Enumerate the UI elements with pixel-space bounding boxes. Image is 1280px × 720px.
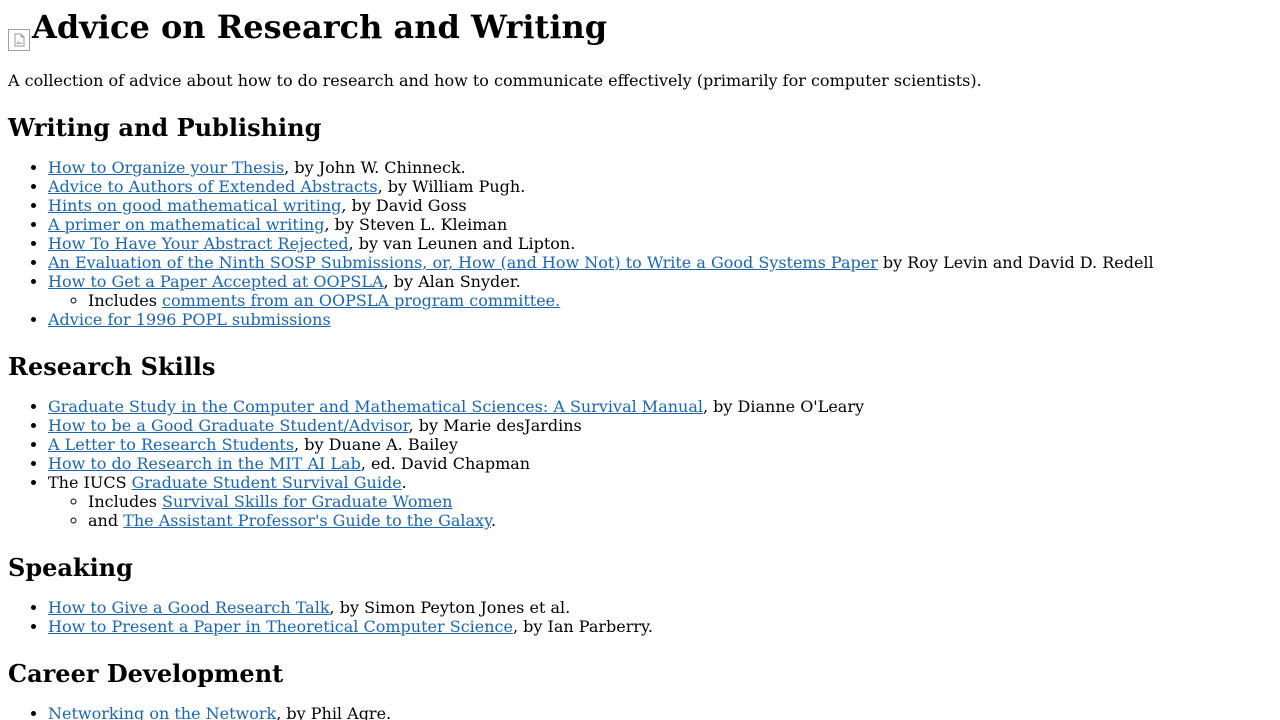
sub-item-suffix: . — [490, 511, 497, 530]
sub-list-item: Includes Survival Skills for Graduate Wo… — [88, 492, 1272, 511]
list-item: How to do Research in the MIT AI Lab, ed… — [48, 454, 1272, 473]
item-author: , by John W. Chinneck. — [284, 158, 466, 177]
item-author: by Roy Levin and David D. Redell — [877, 253, 1154, 272]
link-how-to-get-a-paper-accepted-at-oopsla[interactable]: How to Get a Paper Accepted at OOPSLA — [48, 272, 384, 291]
link-an-evaluation-of-the-ninth-sosp-submissi[interactable]: An Evaluation of the Ninth SOSP Submissi… — [48, 253, 878, 272]
link-survival-skills-for-graduate-women[interactable]: Survival Skills for Graduate Women — [162, 492, 452, 511]
list-item: A primer on mathematical writing, by Ste… — [48, 215, 1272, 234]
sub-item-prefix: Includes — [88, 291, 163, 310]
item-author: , by Steven L. Kleiman — [324, 215, 508, 234]
list-item: A Letter to Research Students, by Duane … — [48, 435, 1272, 454]
link-networking-on-the-network[interactable]: Networking on the Network — [48, 704, 276, 720]
title-row: Advice on Research and Writing — [8, 0, 1272, 52]
section-heading-speaking: Speaking — [8, 553, 133, 582]
section-list-speaking: How to Give a Good Research Talk, by Sim… — [8, 598, 1272, 636]
sub-item-prefix: Includes — [88, 492, 163, 511]
link-graduate-student-survival-guide[interactable]: Graduate Student Survival Guide — [132, 473, 402, 492]
item-author: , by William Pugh. — [377, 177, 526, 196]
section-list-research-skills: Graduate Study in the Computer and Mathe… — [8, 397, 1272, 530]
sub-item-prefix: and — [88, 511, 124, 530]
link-a-letter-to-research-students[interactable]: A Letter to Research Students — [48, 435, 294, 454]
link-advice-to-authors-of-extended-abstracts[interactable]: Advice to Authors of Extended Abstracts — [48, 177, 378, 196]
sub-list: Includes Survival Skills for Graduate Wo… — [48, 492, 1272, 530]
link-the-assistant-professor-s-guide-to-the-g[interactable]: The Assistant Professor's Guide to the G… — [123, 511, 491, 530]
link-graduate-study-in-the-computer-and-mathe[interactable]: Graduate Study in the Computer and Mathe… — [48, 397, 703, 416]
list-item: How to Give a Good Research Talk, by Sim… — [48, 598, 1272, 617]
section-heading-research-skills: Research Skills — [8, 352, 216, 381]
item-author: . — [401, 473, 407, 492]
list-item: Advice for 1996 POPL submissions — [48, 310, 1272, 329]
broken-image-icon — [8, 29, 30, 51]
list-item: How to Present a Paper in Theoretical Co… — [48, 617, 1272, 636]
item-author: , by Simon Peyton Jones et al. — [329, 598, 571, 617]
link-a-primer-on-mathematical-writing[interactable]: A primer on mathematical writing — [48, 215, 324, 234]
list-item: The IUCS Graduate Student Survival Guide… — [48, 473, 1272, 530]
item-author: , ed. David Chapman — [360, 454, 531, 473]
list-item: An Evaluation of the Ninth SOSP Submissi… — [48, 253, 1272, 272]
list-item: Advice to Authors of Extended Abstracts,… — [48, 177, 1272, 196]
list-item: How to Get a Paper Accepted at OOPSLA, b… — [48, 272, 1272, 310]
list-item: Networking on the Network, by Phil Agre. — [48, 704, 1272, 720]
link-how-to-give-a-good-research-talk[interactable]: How to Give a Good Research Talk — [48, 598, 330, 617]
sections-container: Writing and Publishing How to Organize yo… — [8, 114, 1272, 720]
link-comments-from-an-oopsla-program-committe[interactable]: comments from an OOPSLA program committe… — [162, 291, 560, 310]
item-author: , by van Leunen and Lipton. — [348, 234, 576, 253]
link-hints-on-good-mathematical-writing[interactable]: Hints on good mathematical writing — [48, 196, 341, 215]
link-how-to-have-your-abstract-rejected[interactable]: How To Have Your Abstract Rejected — [48, 234, 349, 253]
page: Advice on Research and Writing A collect… — [0, 0, 1280, 720]
item-author: , by Duane A. Bailey — [294, 435, 458, 454]
page-title: Advice on Research and Writing — [32, 8, 608, 46]
link-how-to-organize-your-thesis[interactable]: How to Organize your Thesis — [48, 158, 284, 177]
section-list-writing-and-publishing: How to Organize your Thesis, by John W. … — [8, 158, 1272, 329]
item-author: , by Marie desJardins — [408, 416, 582, 435]
link-how-to-present-a-paper-in-theoretical-co[interactable]: How to Present a Paper in Theoretical Co… — [48, 617, 513, 636]
item-author: , by David Goss — [341, 196, 467, 215]
link-advice-for-1996-popl-submissions[interactable]: Advice for 1996 POPL submissions — [48, 310, 331, 329]
list-item: Graduate Study in the Computer and Mathe… — [48, 397, 1272, 416]
list-item: How To Have Your Abstract Rejected, by v… — [48, 234, 1272, 253]
section-list-career-development: Networking on the Network, by Phil Agre. — [8, 704, 1272, 720]
list-item: Hints on good mathematical writing, by D… — [48, 196, 1272, 215]
sub-list-item: and The Assistant Professor's Guide to t… — [88, 511, 1272, 530]
item-author: , by Ian Parberry. — [512, 617, 654, 636]
item-prefix: The IUCS — [48, 473, 132, 492]
sub-list-item: Includes comments from an OOPSLA program… — [88, 291, 1272, 310]
item-author: , by Alan Snyder. — [383, 272, 521, 291]
item-author: , by Dianne O'Leary — [703, 397, 865, 416]
section-heading-career-development: Career Development — [8, 659, 284, 688]
link-how-to-be-a-good-graduate-student-adviso[interactable]: How to be a Good Graduate Student/Adviso… — [48, 416, 409, 435]
item-author: , by Phil Agre. — [276, 704, 392, 720]
intro-text: A collection of advice about how to do r… — [8, 71, 982, 90]
link-how-to-do-research-in-the-mit-ai-lab[interactable]: How to do Research in the MIT AI Lab — [48, 454, 361, 473]
section-heading-writing-and-publishing: Writing and Publishing — [8, 113, 322, 142]
sub-list: Includes comments from an OOPSLA program… — [48, 291, 1272, 310]
list-item: How to Organize your Thesis, by John W. … — [48, 158, 1272, 177]
list-item: How to be a Good Graduate Student/Adviso… — [48, 416, 1272, 435]
